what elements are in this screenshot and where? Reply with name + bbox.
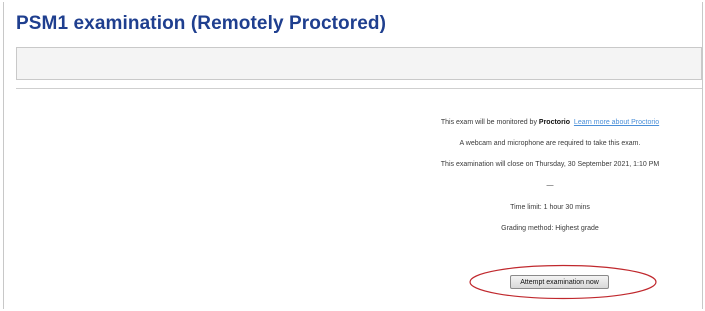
requirements-text: A webcam and microphone are required to … xyxy=(459,140,641,147)
proctoring-notice: This exam will be monitored by Proctorio… xyxy=(400,118,700,128)
info-separator: — xyxy=(546,182,554,189)
page-frame: PSM1 examination (Remotely Proctored) xyxy=(3,2,703,309)
proctoring-prefix: This exam will be monitored by xyxy=(440,119,539,126)
page-title: PSM1 examination (Remotely Proctored) xyxy=(16,13,387,34)
learn-more-link[interactable]: Learn more about Proctorio xyxy=(574,119,659,126)
close-date-text: This examination will close on Thursday,… xyxy=(440,161,660,168)
time-limit-text: Time limit: 1 hour 30 mins xyxy=(510,204,590,211)
highlight-ellipse xyxy=(469,264,657,300)
content-divider xyxy=(16,88,702,89)
proctoring-provider: Proctorio xyxy=(538,119,571,126)
navigation-bar xyxy=(16,47,702,80)
grading-method-text: Grading method: Highest grade xyxy=(501,225,599,232)
